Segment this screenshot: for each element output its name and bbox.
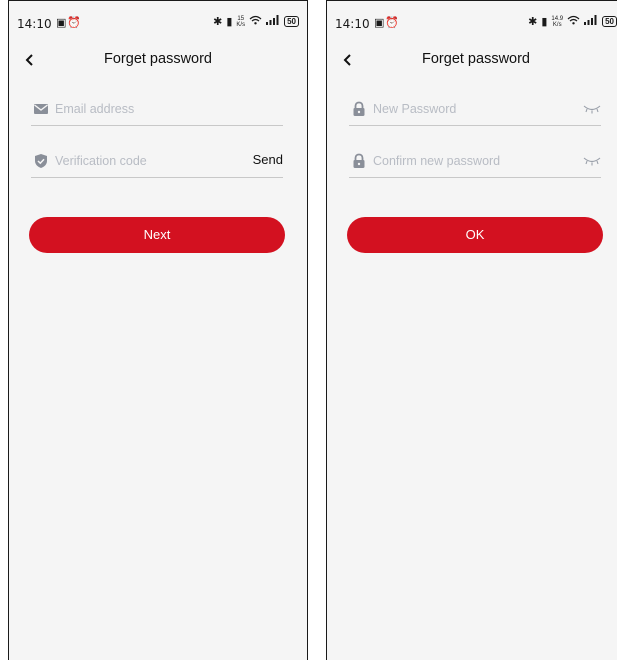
ok-button[interactable]: OK [347, 217, 603, 253]
new-password-field[interactable]: New Password [349, 99, 601, 126]
signal-icon [266, 15, 280, 28]
status-right-icons: ✱ ▮ 14.9 K/s 50 [528, 15, 617, 28]
notification-icons: ▣ ⏰ [374, 17, 400, 29]
network-speed: 15 K/s [236, 15, 246, 28]
email-field[interactable]: Email address [31, 99, 283, 126]
mail-icon [34, 104, 48, 114]
forget-password-screen-email: 14:10 ▣ ⏰ ✱ ▮ 15 K/s 50 Forget password [8, 0, 308, 660]
verification-code-placeholder: Verification code [55, 154, 147, 168]
vibrate-icon: ▮ [226, 16, 233, 28]
bluetooth-icon: ✱ [213, 16, 223, 28]
next-button[interactable]: Next [29, 217, 285, 253]
shield-icon [35, 154, 47, 168]
send-code-button[interactable]: Send [253, 152, 283, 167]
new-password-placeholder: New Password [373, 102, 457, 116]
eye-closed-icon[interactable] [583, 104, 601, 114]
bluetooth-icon: ✱ [528, 16, 538, 28]
forget-password-screen-new-password: 14:10 ▣ ⏰ ✱ ▮ 14.9 K/s 50 Forget passwor… [326, 0, 617, 660]
page-title: Forget password [422, 51, 530, 67]
vibrate-icon: ▮ [541, 16, 548, 28]
status-bar: 14:10 ▣ ⏰ ✱ ▮ 14.9 K/s 50 [327, 1, 617, 41]
verification-code-field[interactable]: Verification code Send [31, 151, 283, 178]
eye-closed-icon[interactable] [583, 156, 601, 166]
status-time: 14:10 [335, 17, 370, 31]
status-bar: 14:10 ▣ ⏰ ✱ ▮ 15 K/s 50 [9, 1, 307, 41]
wifi-icon [567, 15, 580, 28]
network-speed: 14.9 K/s [551, 15, 564, 28]
notification-icons: ▣ ⏰ [56, 17, 82, 29]
status-time: 14:10 [17, 17, 52, 31]
battery-icon: 50 [284, 16, 299, 27]
lock-icon [353, 153, 365, 168]
lock-icon [353, 101, 365, 116]
battery-icon: 50 [602, 16, 617, 27]
wifi-icon [249, 15, 262, 28]
signal-icon [584, 15, 598, 28]
nav-bar: Forget password [327, 43, 617, 77]
email-placeholder: Email address [55, 102, 135, 116]
confirm-password-placeholder: Confirm new password [373, 154, 501, 168]
confirm-password-field[interactable]: Confirm new password [349, 151, 601, 178]
nav-bar: Forget password [9, 43, 307, 77]
page-title: Forget password [104, 51, 212, 67]
status-right-icons: ✱ ▮ 15 K/s 50 [213, 15, 299, 28]
